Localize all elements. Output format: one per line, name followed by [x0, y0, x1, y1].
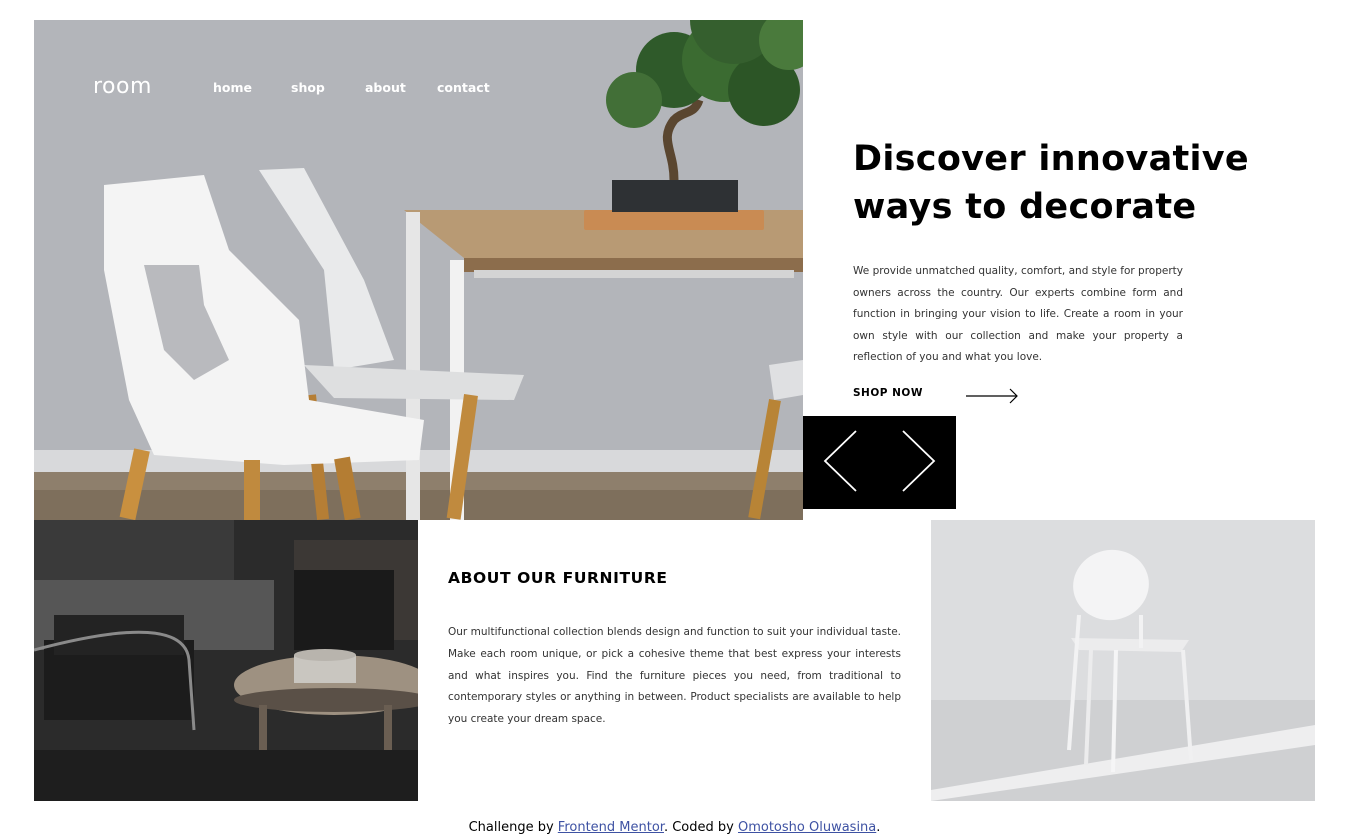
slider-prev-button[interactable]	[803, 416, 880, 509]
nav-link-shop[interactable]: shop	[291, 80, 325, 95]
attribution-middle: . Coded by	[663, 820, 734, 835]
nav-link-home[interactable]: home	[213, 80, 252, 95]
shop-now-link[interactable]: SHOP NOW	[853, 387, 923, 399]
hero-description: We provide unmatched quality, comfort, a…	[853, 265, 1183, 364]
slider-next-button[interactable]	[880, 416, 957, 509]
frontend-mentor-link[interactable]: Frontend Mentor	[558, 820, 664, 835]
about-image-white-chair	[931, 520, 1315, 801]
attribution-footer: Challenge by Frontend Mentor. Coded by O…	[0, 820, 1349, 835]
author-link[interactable]: Omotosho Oluwasina	[738, 820, 876, 835]
hero-title-line-2: ways to decorate	[853, 187, 1197, 227]
about-title: ABOUT OUR FURNITURE	[448, 569, 668, 587]
main-navigation: room home shop about contact	[34, 20, 803, 160]
nav-link-contact[interactable]: contact	[437, 80, 490, 95]
hero-title: Discover innovative ways to decorate	[853, 135, 1273, 231]
attribution-suffix: .	[876, 820, 881, 835]
about-image-dark-furniture	[34, 520, 418, 801]
about-description: Our multifunctional collection blends de…	[448, 626, 901, 726]
page: room home shop about contact Discover in…	[0, 0, 1349, 840]
angle-right-icon	[900, 429, 936, 497]
long-arrow-right-icon[interactable]	[966, 388, 1020, 408]
hero-title-line-1: Discover innovative	[853, 139, 1249, 179]
slider-controls	[803, 416, 956, 509]
attribution-prefix: Challenge by	[468, 820, 554, 835]
nav-link-about[interactable]: about	[365, 80, 406, 95]
site-logo[interactable]: room	[93, 74, 152, 99]
angle-left-icon	[823, 429, 859, 497]
